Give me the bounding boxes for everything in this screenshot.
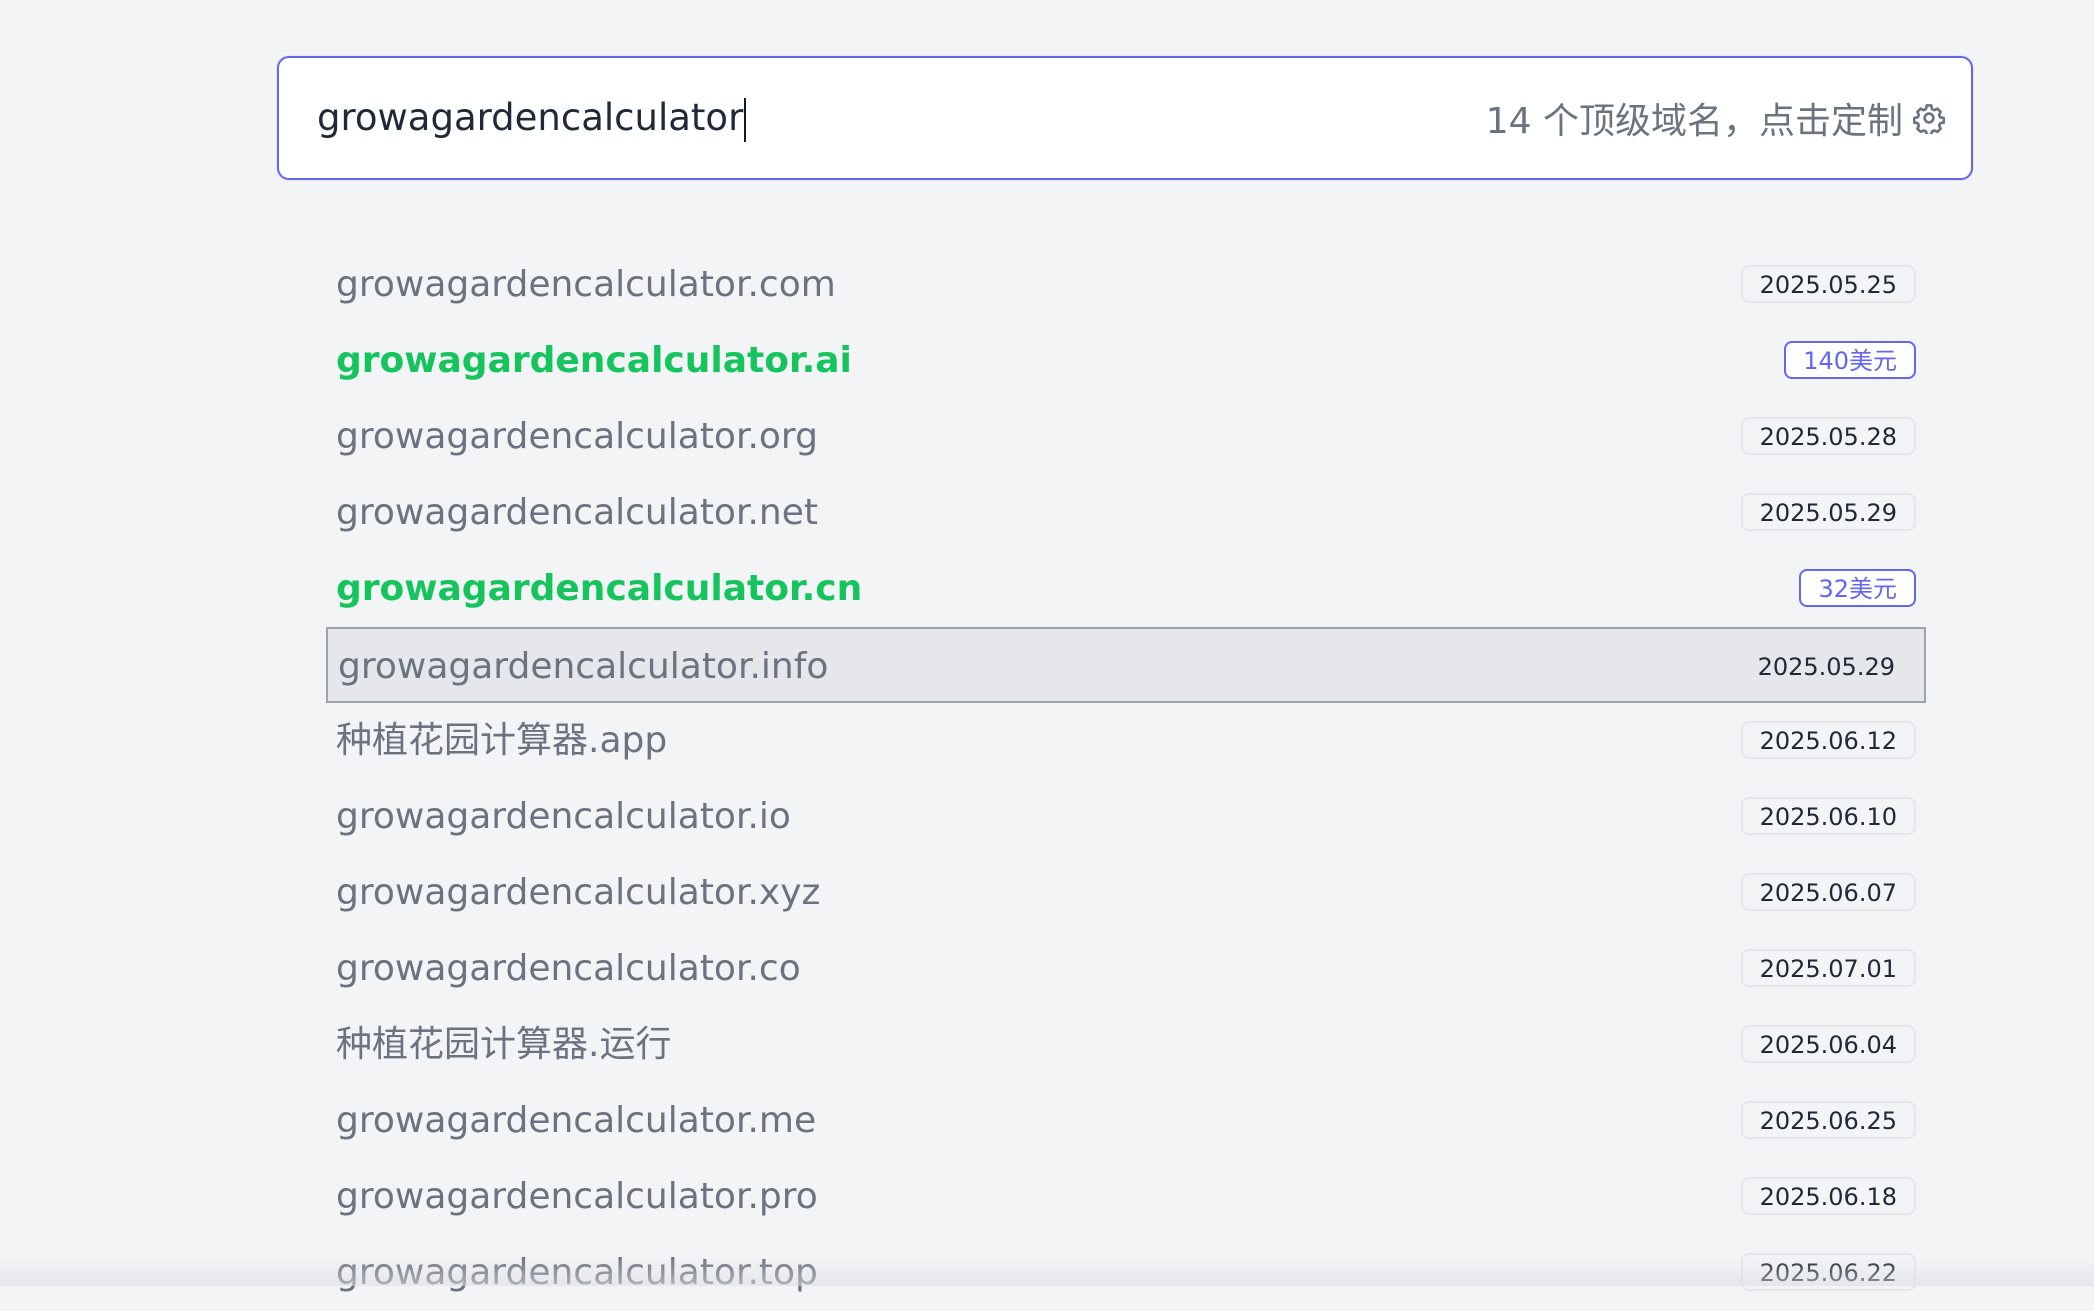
registration-date-badge: 2025.05.28 <box>1740 417 1916 455</box>
tld-config-label: 14 个顶级域名，点击定制 <box>1485 101 1903 142</box>
domain-result-row[interactable]: growagardencalculator.info 2025.05.29 <box>326 627 1926 703</box>
registration-date-badge: 2025.05.25 <box>1740 265 1916 303</box>
domain-name: growagardencalculator.com <box>336 264 836 305</box>
registration-date-badge: 2025.06.25 <box>1740 1101 1916 1139</box>
domain-result-row[interactable]: growagardencalculator.co 2025.07.01 <box>326 931 1926 1007</box>
domain-result-row[interactable]: growagardencalculator.pro 2025.06.18 <box>326 1159 1926 1235</box>
registration-date-badge: 2025.06.18 <box>1740 1177 1916 1215</box>
domain-result-row[interactable]: growagardencalculator.xyz 2025.06.07 <box>326 855 1926 931</box>
domain-result-row[interactable]: growagardencalculator.cn 32美元 <box>326 551 1926 627</box>
domain-name: growagardencalculator.info <box>338 646 829 687</box>
domain-name: growagardencalculator.xyz <box>336 872 821 913</box>
domain-name: growagardencalculator.top <box>336 1252 818 1293</box>
domain-result-row[interactable]: 种植花园计算器.app 2025.06.12 <box>326 703 1926 779</box>
text-caret <box>744 97 747 142</box>
domain-name: growagardencalculator.org <box>336 416 818 457</box>
domain-result-row[interactable]: growagardencalculator.ai 140美元 <box>326 323 1926 399</box>
registration-date-badge: 2025.06.22 <box>1740 1253 1916 1291</box>
registration-date-badge: 2025.06.12 <box>1740 721 1916 759</box>
domain-result-row[interactable]: growagardencalculator.net 2025.05.29 <box>326 475 1926 551</box>
domain-result-row[interactable]: growagardencalculator.org 2025.05.28 <box>326 399 1926 475</box>
domain-name: growagardencalculator.me <box>336 1100 817 1141</box>
domain-result-row[interactable]: growagardencalculator.me 2025.06.25 <box>326 1083 1926 1159</box>
domain-search-box[interactable]: growagardencalculator 14 个顶级域名，点击定制 <box>277 56 1973 180</box>
search-input-value: growagardencalculator <box>317 96 744 139</box>
domain-result-row[interactable]: growagardencalculator.top 2025.06.22 <box>326 1235 1926 1311</box>
registration-date-badge: 2025.07.01 <box>1740 949 1916 987</box>
domain-name: growagardencalculator.pro <box>336 1176 818 1217</box>
registration-date-badge: 2025.06.04 <box>1740 1025 1916 1063</box>
domain-result-row[interactable]: growagardencalculator.io 2025.06.10 <box>326 779 1926 855</box>
price-badge: 32美元 <box>1799 569 1916 607</box>
domain-name: 种植花园计算器.app <box>336 720 668 761</box>
domain-name: growagardencalculator.ai <box>336 340 852 381</box>
domain-name: growagardencalculator.co <box>336 948 801 989</box>
registration-date-badge: 2025.05.29 <box>1740 493 1916 531</box>
domain-name: growagardencalculator.io <box>336 796 791 837</box>
price-badge: 140美元 <box>1784 341 1916 379</box>
domain-result-row[interactable]: 种植花园计算器.运行 2025.06.04 <box>326 1007 1926 1083</box>
domain-name: 种植花园计算器.运行 <box>336 1024 672 1065</box>
gear-icon <box>1913 104 1945 134</box>
domain-name: growagardencalculator.cn <box>336 568 863 609</box>
domain-name: growagardencalculator.net <box>336 492 818 533</box>
registration-date-badge: 2025.06.10 <box>1740 797 1916 835</box>
domain-results-list: growagardencalculator.com 2025.05.25 growa… <box>326 247 1926 1311</box>
registration-date-badge: 2025.05.29 <box>1757 653 1895 681</box>
domain-result-row[interactable]: growagardencalculator.com 2025.05.25 <box>326 247 1926 323</box>
registration-date-badge: 2025.06.07 <box>1740 873 1916 911</box>
tld-config-button[interactable]: 14 个顶级域名，点击定制 <box>1486 90 1945 146</box>
search-input[interactable]: growagardencalculator <box>317 90 747 146</box>
